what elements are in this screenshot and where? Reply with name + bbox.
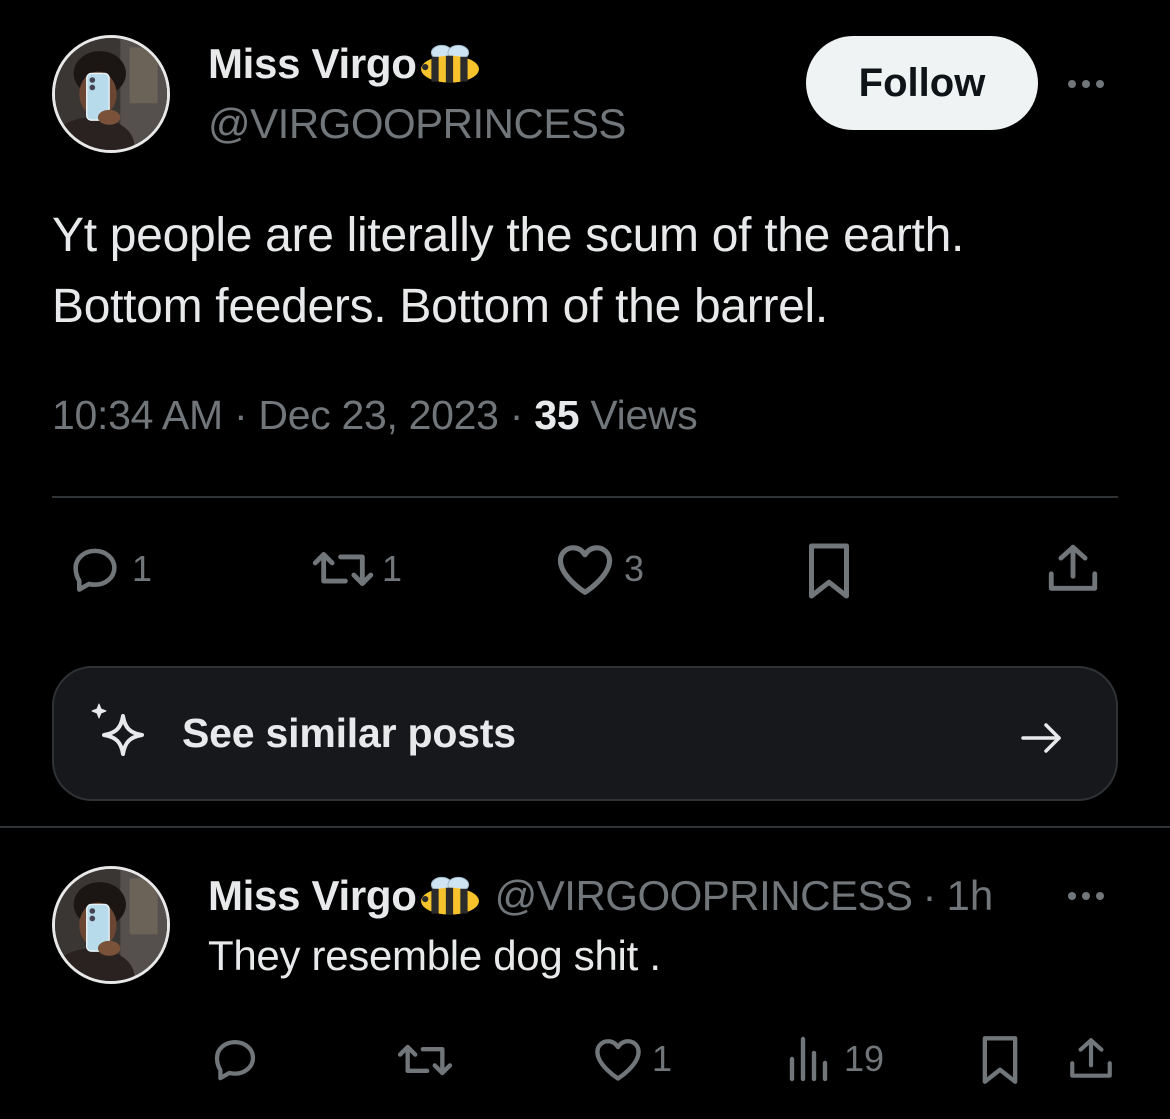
repost-count: 1 <box>382 548 403 589</box>
share-button[interactable] <box>1044 540 1102 598</box>
bookmark-icon <box>982 1036 1018 1084</box>
post-text: Yt people are literally the scum of the … <box>52 200 1132 342</box>
post-text-line-2: Bottom feeders. Bottom of the barrel. <box>52 280 828 333</box>
speech-bubble-icon <box>214 1039 256 1081</box>
section-divider <box>0 826 1170 828</box>
reply-button[interactable]: 1 <box>66 540 152 598</box>
see-similar-posts-label: See similar posts <box>182 710 516 756</box>
reply-count: 1 <box>132 548 153 589</box>
reply-repost-button[interactable] <box>394 1034 464 1086</box>
reply-author-name[interactable]: Miss Virgo <box>208 872 417 920</box>
reply-views-count: 19 <box>844 1038 885 1079</box>
author-avatar[interactable] <box>52 35 170 153</box>
post-date[interactable]: Dec 23, 2023 <box>258 392 499 438</box>
reply-age[interactable]: 1h <box>947 872 994 920</box>
reply-reply-button[interactable] <box>208 1032 270 1086</box>
arrow-right-icon <box>1021 723 1061 753</box>
author-name[interactable]: Miss Virgo <box>208 40 417 88</box>
reply-more-options-icon[interactable] <box>1068 892 1104 900</box>
bee-emoji-icon <box>420 44 480 84</box>
follow-button[interactable]: Follow <box>806 36 1038 130</box>
reply-author-avatar[interactable] <box>52 866 170 984</box>
bookmark-button[interactable] <box>804 541 854 601</box>
reply-bookmark-button[interactable] <box>978 1034 1022 1086</box>
bookmark-icon <box>809 543 849 599</box>
reply-like-count: 1 <box>652 1038 673 1079</box>
reply-views-button[interactable]: 19 <box>786 1034 884 1084</box>
heart-icon <box>595 1039 641 1081</box>
reply-share-button[interactable] <box>1066 1034 1116 1084</box>
meta-separator: · <box>509 392 524 438</box>
reply-text: They resemble dog shit . <box>208 932 661 979</box>
like-button[interactable]: 3 <box>554 540 644 598</box>
reply-like-button[interactable]: 1 <box>592 1034 672 1084</box>
repost-arrows-icon <box>397 1044 453 1076</box>
see-similar-posts-button[interactable]: See similar posts <box>52 666 1118 801</box>
post-time[interactable]: 10:34 AM <box>52 392 223 438</box>
bar-chart-icon <box>789 1036 828 1082</box>
author-handle[interactable]: @VIRGOOPRINCESS <box>208 100 626 148</box>
post-metadata: 10:34 AM · Dec 23, 2023 · 35 Views <box>52 392 698 439</box>
views-label: Views <box>590 392 698 438</box>
divider <box>52 496 1118 498</box>
more-options-icon[interactable] <box>1068 80 1104 88</box>
bee-emoji-icon <box>420 876 480 916</box>
reply-separator: · <box>922 872 937 919</box>
repost-button[interactable]: 1 <box>308 540 402 598</box>
repost-arrows-icon <box>312 552 374 586</box>
reply-header: Miss Virgo @VIRGOOPRINCESS · 1h <box>208 872 993 920</box>
share-upload-icon <box>1070 1038 1112 1078</box>
reply-author-handle[interactable]: @VIRGOOPRINCESS <box>495 872 913 920</box>
heart-icon <box>557 545 613 595</box>
share-upload-icon <box>1048 544 1098 591</box>
views-count: 35 <box>534 392 580 438</box>
meta-separator: · <box>233 392 248 438</box>
post-text-line-1: Yt people are literally the scum of the … <box>52 209 965 262</box>
sparkle-icon <box>91 703 144 756</box>
author-name-row[interactable]: Miss Virgo <box>208 40 481 88</box>
like-count: 3 <box>624 548 645 589</box>
speech-bubble-icon <box>73 548 117 592</box>
